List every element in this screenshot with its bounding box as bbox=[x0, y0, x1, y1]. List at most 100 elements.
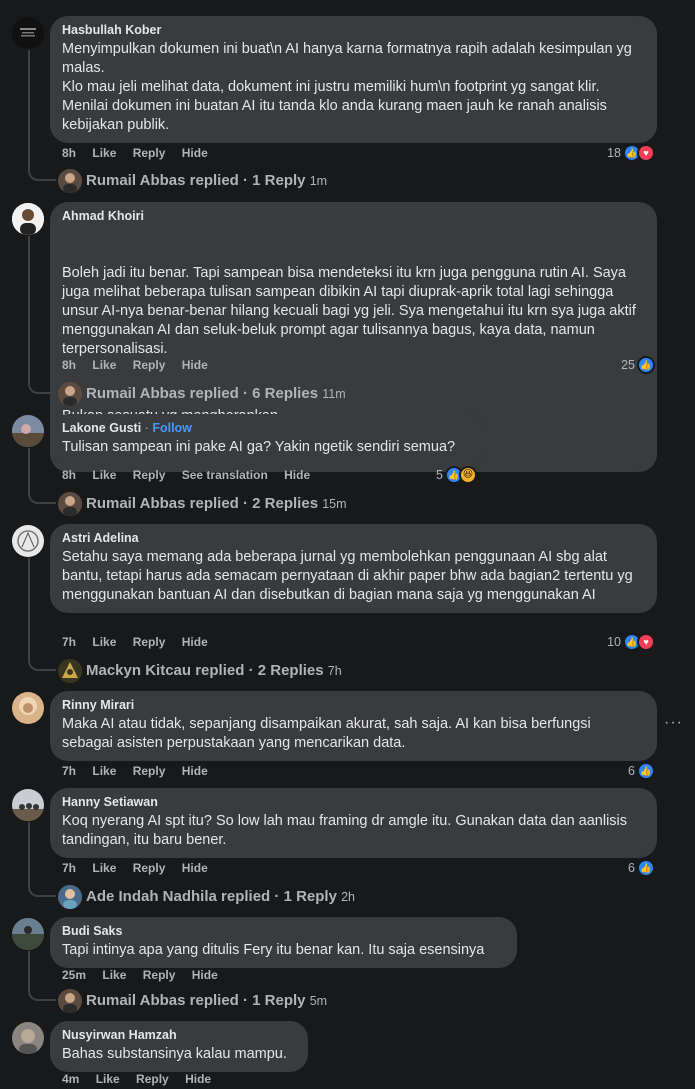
replied-verb: replied bbox=[195, 662, 245, 679]
reply-button[interactable]: Reply bbox=[133, 635, 166, 649]
reaction-summary[interactable]: 5 👍 😆 bbox=[436, 466, 477, 484]
like-button[interactable]: Like bbox=[92, 146, 116, 160]
follow-button[interactable]: Follow bbox=[152, 421, 192, 435]
hide-button[interactable]: Hide bbox=[185, 1072, 211, 1086]
comment-actions: 7h Like Reply Hide bbox=[62, 764, 221, 778]
comment-author[interactable]: Ahmad Khoiri bbox=[62, 209, 645, 224]
reply-time: 2h bbox=[341, 890, 355, 904]
reaction-summary[interactable]: 10 👍 ♥ bbox=[607, 633, 655, 651]
thread-line bbox=[28, 558, 30, 656]
reply-button[interactable]: Reply bbox=[133, 861, 166, 875]
thread-line bbox=[28, 236, 30, 379]
heart-icon: ♥ bbox=[637, 144, 655, 162]
replies-summary: Rumail Abbas replied · 1 Reply 1m bbox=[86, 172, 328, 189]
comment-bubble: Nusyirwan Hamzah Bahas substansinya kala… bbox=[50, 1021, 308, 1072]
comment-author[interactable]: Hasbullah Kober bbox=[62, 23, 645, 38]
comment-author[interactable]: Lakone Gusti bbox=[62, 421, 141, 435]
comment-time[interactable]: 8h bbox=[62, 468, 76, 482]
replied-verb: replied bbox=[221, 888, 271, 905]
comment-time[interactable]: 4m bbox=[62, 1072, 79, 1086]
avatar[interactable] bbox=[12, 1022, 44, 1054]
reply-count: 6 Replies bbox=[252, 385, 319, 402]
replied-verb: replied bbox=[189, 992, 239, 1009]
hide-button[interactable]: Hide bbox=[182, 861, 208, 875]
hide-button[interactable]: Hide bbox=[284, 468, 310, 482]
thread-connector bbox=[28, 489, 56, 504]
comment-actions: 7h Like Reply Hide bbox=[62, 635, 221, 649]
avatar bbox=[58, 885, 82, 909]
reply-count: 1 Reply bbox=[252, 172, 306, 189]
reply-count: 2 Replies bbox=[252, 495, 319, 512]
hide-button[interactable]: Hide bbox=[182, 146, 208, 160]
comment-author[interactable]: Nusyirwan Hamzah bbox=[62, 1028, 296, 1043]
avatar[interactable] bbox=[12, 525, 44, 557]
more-options-icon[interactable]: ··· bbox=[664, 714, 683, 732]
like-button[interactable]: Like bbox=[92, 468, 116, 482]
hide-button[interactable]: Hide bbox=[182, 358, 208, 372]
comment-time[interactable]: 7h bbox=[62, 635, 76, 649]
comment-text: Menyimpulkan dokumen ini buat\n AI hanya… bbox=[62, 41, 632, 133]
hide-button[interactable]: Hide bbox=[192, 968, 218, 982]
like-button[interactable]: Like bbox=[92, 635, 116, 649]
avatar[interactable] bbox=[12, 789, 44, 821]
top-edge bbox=[0, 0, 695, 6]
comment-actions: 8h Like Reply Hide bbox=[62, 358, 221, 372]
heart-icon: ♥ bbox=[637, 633, 655, 651]
replies-summary: Rumail Abbas replied · 2 Replies 15m bbox=[86, 495, 347, 512]
reply-button[interactable]: Reply bbox=[136, 1072, 169, 1086]
replies-summary: Rumail Abbas replied · 6 Replies 11m bbox=[86, 385, 346, 402]
like-button[interactable]: Like bbox=[92, 764, 116, 778]
like-button[interactable]: Like bbox=[96, 1072, 120, 1086]
comment-time[interactable]: 7h bbox=[62, 764, 76, 778]
reply-button[interactable]: Reply bbox=[133, 764, 166, 778]
avatar bbox=[58, 169, 82, 193]
comment-author[interactable]: Hanny Setiawan bbox=[62, 795, 645, 810]
see-translation-link[interactable]: See translation bbox=[182, 468, 268, 482]
avatar[interactable] bbox=[12, 415, 44, 447]
comment-author[interactable]: Astri Adelina bbox=[62, 531, 645, 546]
reaction-summary[interactable]: 6 👍 bbox=[628, 762, 655, 780]
hide-button[interactable]: Hide bbox=[182, 635, 208, 649]
like-button[interactable]: Like bbox=[92, 358, 116, 372]
comment-actions: 8h Like Reply See translation Hide bbox=[62, 468, 323, 482]
comment-text: Tapi intinya apa yang ditulis Fery itu b… bbox=[62, 942, 485, 958]
comment-time[interactable]: 8h bbox=[62, 358, 76, 372]
comment-time[interactable]: 25m bbox=[62, 968, 86, 982]
thumbs-up-icon: 👍 bbox=[637, 859, 655, 877]
comment-time[interactable]: 7h bbox=[62, 861, 76, 875]
reply-button[interactable]: Reply bbox=[133, 358, 166, 372]
replier-name: Mackyn Kitcau bbox=[86, 662, 192, 679]
comment-bubble: Rinny Mirari Maka AI atau tidak, sepanja… bbox=[50, 691, 657, 761]
comment-author[interactable]: Budi Saks bbox=[62, 924, 505, 939]
reply-time: 15m bbox=[322, 497, 347, 511]
reply-button[interactable]: Reply bbox=[133, 468, 166, 482]
like-button[interactable]: Like bbox=[92, 861, 116, 875]
comment-author[interactable]: Rinny Mirari bbox=[62, 698, 645, 713]
thread-connector bbox=[28, 166, 56, 181]
thread-line bbox=[28, 951, 30, 986]
comment-time[interactable]: 8h bbox=[62, 146, 76, 160]
thumbs-up-icon: 👍 bbox=[637, 762, 655, 780]
laughing-face-icon: 😆 bbox=[458, 466, 477, 484]
avatar[interactable] bbox=[12, 203, 44, 235]
reply-button[interactable]: Reply bbox=[143, 968, 176, 982]
thread-connector bbox=[28, 986, 56, 1001]
reply-button[interactable]: Reply bbox=[133, 146, 166, 160]
comment-text: Tulisan sampean ini pake AI ga? Yakin ng… bbox=[62, 439, 456, 455]
like-button[interactable]: Like bbox=[102, 968, 126, 982]
avatar[interactable] bbox=[12, 692, 44, 724]
replied-verb: replied bbox=[189, 172, 239, 189]
reply-count: 1 Reply bbox=[252, 992, 306, 1009]
avatar[interactable] bbox=[12, 17, 44, 49]
reaction-summary[interactable]: 25 👍 bbox=[621, 356, 655, 374]
replies-summary: Rumail Abbas replied · 1 Reply 5m bbox=[86, 992, 328, 1009]
avatar[interactable] bbox=[12, 918, 44, 950]
thread-connector bbox=[28, 656, 56, 671]
comment-text: Maka AI atau tidak, sepanjang disampaika… bbox=[62, 716, 595, 751]
hide-button[interactable]: Hide bbox=[182, 764, 208, 778]
reaction-summary[interactable]: 18 👍 ♥ bbox=[607, 144, 655, 162]
replier-name: Rumail Abbas bbox=[86, 992, 186, 1009]
comment-bubble: Budi Saks Tapi intinya apa yang ditulis … bbox=[50, 917, 517, 968]
reaction-summary[interactable]: 6 👍 bbox=[628, 859, 655, 877]
comment-bubble: Astri Adelina Setahu saya memang ada beb… bbox=[50, 524, 657, 613]
